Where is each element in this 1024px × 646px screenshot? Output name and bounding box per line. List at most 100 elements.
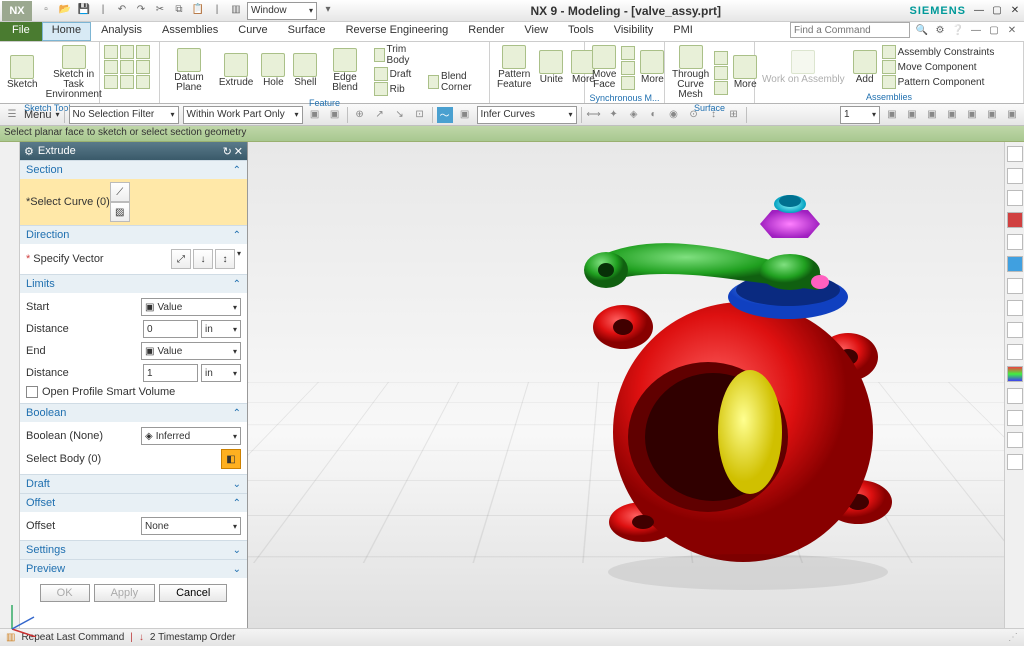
edge-blend-button[interactable]: Edge Blend xyxy=(322,47,367,94)
sel-icon4[interactable]: ↗ xyxy=(372,107,388,123)
settings-header[interactable]: Settings⌄ xyxy=(20,540,247,559)
view-icon1[interactable]: ▣ xyxy=(884,107,900,123)
sync-icon2[interactable] xyxy=(621,61,635,75)
cancel-button[interactable]: Cancel xyxy=(159,584,227,602)
trim-icon[interactable] xyxy=(104,75,118,89)
search-icon[interactable]: 🔍 xyxy=(914,22,930,38)
vector-icon1[interactable]: ⤢ xyxy=(171,249,191,269)
section-header[interactable]: Section⌃ xyxy=(20,160,247,179)
nav-icon11[interactable] xyxy=(1007,366,1023,382)
sel-icon9[interactable]: ✦ xyxy=(606,107,622,123)
preview-header[interactable]: Preview⌄ xyxy=(20,559,247,578)
open-profile-row[interactable]: Open Profile Smart Volume xyxy=(26,384,241,400)
circle-icon[interactable] xyxy=(136,45,150,59)
dialog-reset-icon[interactable]: ↻ xyxy=(223,145,232,158)
sel-icon13[interactable]: ⊙ xyxy=(686,107,702,123)
datum-plane-button[interactable]: Datum Plane xyxy=(164,47,214,94)
start-unit[interactable]: in▾ xyxy=(201,320,241,338)
window-dropdown[interactable]: Window▾ xyxy=(247,2,317,20)
sketch-button[interactable]: Sketch xyxy=(4,54,41,91)
nav-icon2[interactable] xyxy=(1007,168,1023,184)
move-comp-icon[interactable] xyxy=(882,60,896,74)
tab-analysis[interactable]: Analysis xyxy=(91,22,152,41)
tab-pmi[interactable]: PMI xyxy=(663,22,703,41)
rib-icon[interactable] xyxy=(374,82,388,96)
selection-filter[interactable]: No Selection Filter▾ xyxy=(69,106,179,124)
nav-icon3[interactable] xyxy=(1007,190,1023,206)
nav-icon6[interactable] xyxy=(1007,256,1023,272)
view-icon7[interactable]: ▣ xyxy=(1004,107,1020,123)
copy-icon[interactable]: ⧉ xyxy=(171,2,187,18)
surf-icon2[interactable] xyxy=(714,66,728,80)
window-icon[interactable]: ▥ xyxy=(228,2,244,18)
nav-icon15[interactable] xyxy=(1007,454,1023,470)
help-icon[interactable]: ❔ xyxy=(950,22,966,38)
view-icon3[interactable]: ▣ xyxy=(924,107,940,123)
view-icon5[interactable]: ▣ xyxy=(964,107,980,123)
line-icon[interactable] xyxy=(104,45,118,59)
tab-reverse[interactable]: Reverse Engineering xyxy=(336,22,459,41)
mdi-min-icon[interactable]: — xyxy=(968,22,984,38)
end-unit[interactable]: in▾ xyxy=(201,364,241,382)
draft-icon[interactable] xyxy=(374,67,388,81)
gear-icon[interactable]: ⚙ xyxy=(24,145,34,158)
boolean-type[interactable]: ◈ Inferred▾ xyxy=(141,427,241,445)
sel-icon15[interactable]: ⊞ xyxy=(726,107,742,123)
tab-tools[interactable]: Tools xyxy=(558,22,604,41)
curve-select-icon[interactable]: ⟋ xyxy=(110,182,130,202)
more-button2[interactable]: More xyxy=(637,49,667,86)
vector-icon3[interactable]: ↕ xyxy=(215,249,235,269)
rect-icon[interactable] xyxy=(104,60,118,74)
tab-curve[interactable]: Curve xyxy=(228,22,277,41)
start-distance-field[interactable]: 0 xyxy=(143,320,198,338)
open-profile-checkbox[interactable] xyxy=(26,386,38,398)
sel-icon2[interactable]: ▣ xyxy=(327,107,343,123)
graphics-viewport[interactable] xyxy=(248,142,1004,628)
add-button[interactable]: Add xyxy=(850,49,880,86)
select-body-icon[interactable]: ◧ xyxy=(221,449,241,469)
hole-button[interactable]: Hole xyxy=(258,52,288,89)
sync-icon3[interactable] xyxy=(621,76,635,90)
save-icon[interactable]: 💾 xyxy=(76,2,92,18)
settings-icon[interactable]: ⚙ xyxy=(932,22,948,38)
select-curve-row[interactable]: *Select Curve (0) ⟋▨ xyxy=(20,179,247,225)
sel-icon3[interactable]: ⊕ xyxy=(352,107,368,123)
view-icon2[interactable]: ▣ xyxy=(904,107,920,123)
minimize-button[interactable]: — xyxy=(970,3,988,19)
spline-icon[interactable] xyxy=(136,60,150,74)
scope-filter[interactable]: Within Work Part Only▾ xyxy=(183,106,303,124)
tab-assemblies[interactable]: Assemblies xyxy=(152,22,228,41)
nav-icon7[interactable] xyxy=(1007,278,1023,294)
sel-icon12[interactable]: ◉ xyxy=(666,107,682,123)
direction-header[interactable]: Direction⌃ xyxy=(20,225,247,244)
dialog-header[interactable]: ⚙ Extrude ↻✕ xyxy=(20,142,247,160)
timestamp-icon[interactable]: ↓ xyxy=(139,632,144,643)
redo-icon[interactable]: ↷ xyxy=(133,2,149,18)
view-icon4[interactable]: ▣ xyxy=(944,107,960,123)
offset-icon[interactable] xyxy=(136,75,150,89)
tab-home[interactable]: Home xyxy=(42,22,91,41)
mdi-close-icon[interactable]: ✕ xyxy=(1004,22,1020,38)
end-type[interactable]: ▣ Value▾ xyxy=(141,342,241,360)
sel-icon8[interactable]: ⟷ xyxy=(586,107,602,123)
fillet-icon[interactable] xyxy=(120,75,134,89)
blend-corner-icon[interactable] xyxy=(428,75,439,89)
shell-button[interactable]: Shell xyxy=(290,52,320,89)
undo-icon[interactable]: ↶ xyxy=(114,2,130,18)
end-distance-field[interactable]: 1 xyxy=(143,364,198,382)
view-icon6[interactable]: ▣ xyxy=(984,107,1000,123)
file-tab[interactable]: File xyxy=(0,22,42,41)
move-face-button[interactable]: Move Face xyxy=(589,44,619,91)
nav-icon8[interactable] xyxy=(1007,300,1023,316)
sel-icon5[interactable]: ↘ xyxy=(392,107,408,123)
pattern-comp-icon[interactable] xyxy=(882,75,896,89)
paste-icon[interactable]: 📋 xyxy=(190,2,206,18)
sketch-section-icon[interactable]: ▨ xyxy=(110,202,130,222)
command-search[interactable] xyxy=(790,22,910,38)
nav-icon5[interactable] xyxy=(1007,234,1023,250)
sel-icon6[interactable]: ⊡ xyxy=(412,107,428,123)
nav-icon1[interactable] xyxy=(1007,146,1023,162)
arc-icon[interactable] xyxy=(120,45,134,59)
sel-icon7[interactable]: ▣ xyxy=(457,107,473,123)
tab-render[interactable]: Render xyxy=(458,22,514,41)
